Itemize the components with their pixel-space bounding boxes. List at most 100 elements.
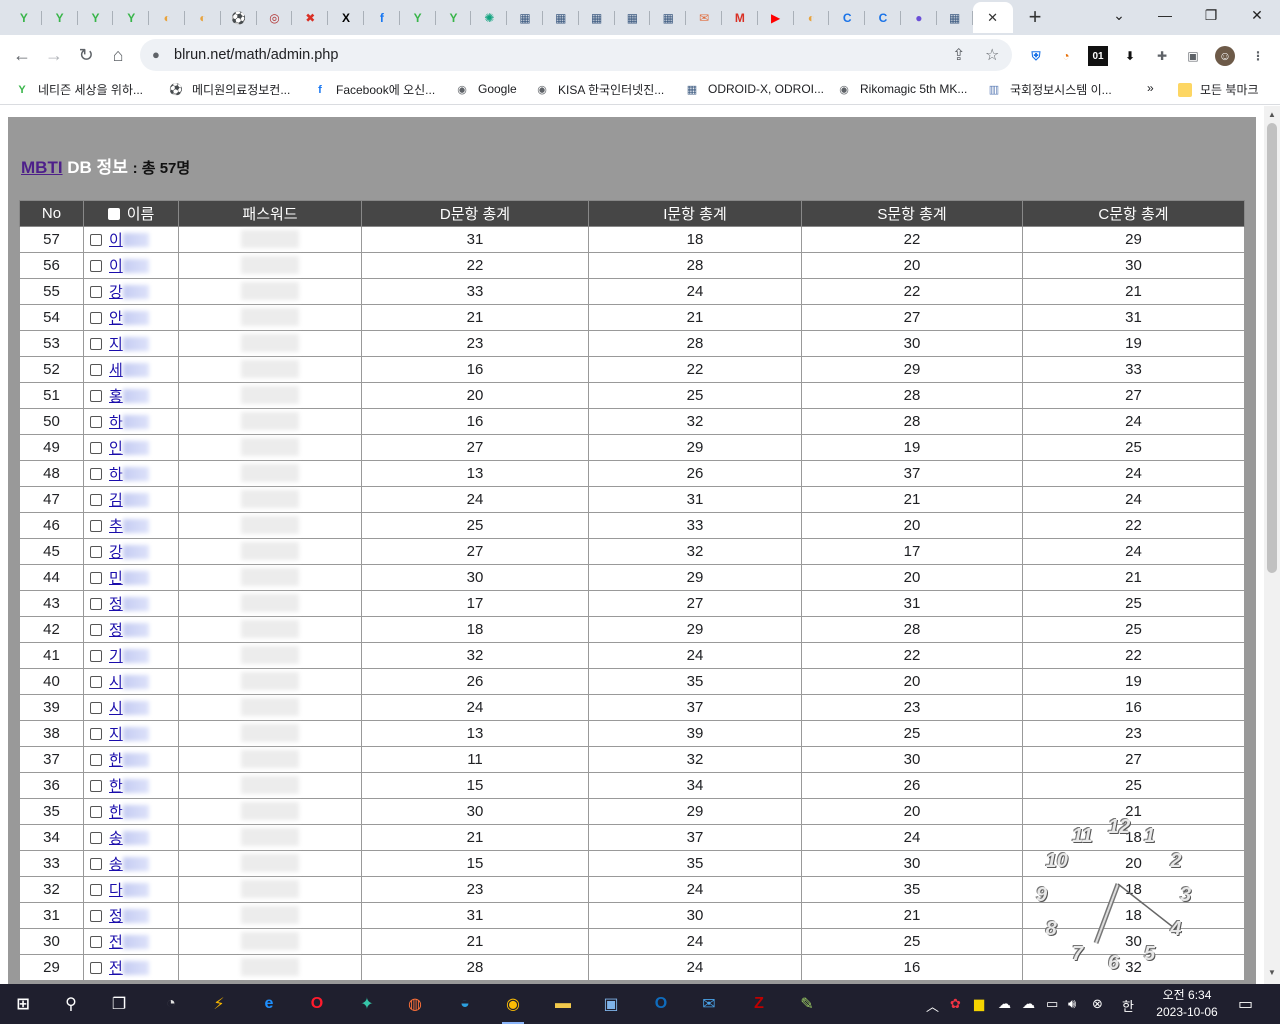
cloud-sync-icon[interactable]: ☁ xyxy=(1022,996,1035,1012)
member-name-link[interactable]: 홍 xyxy=(109,388,123,405)
lightning-app-icon[interactable]: ⚡ xyxy=(204,989,234,1019)
network-icon[interactable]: ▭ xyxy=(1046,996,1058,1012)
browser-tab[interactable]: ⚽ xyxy=(221,2,257,33)
member-name-link[interactable]: 전 xyxy=(109,934,123,951)
row-checkbox[interactable] xyxy=(90,572,102,584)
browser-tab[interactable]: Y xyxy=(6,2,42,33)
bookmark-item[interactable]: ▦ ODROID-X, ODROI... xyxy=(684,81,824,97)
row-checkbox[interactable] xyxy=(90,650,102,662)
browser-tab[interactable]: M xyxy=(722,2,758,33)
row-checkbox[interactable] xyxy=(90,910,102,922)
browser-tab[interactable]: ✉ xyxy=(686,2,722,33)
row-checkbox[interactable] xyxy=(90,936,102,948)
row-checkbox[interactable] xyxy=(90,364,102,376)
browser-tab[interactable]: ◐ xyxy=(794,2,830,33)
row-checkbox[interactable] xyxy=(90,520,102,532)
member-name-link[interactable]: 송 xyxy=(109,856,123,873)
row-checkbox[interactable] xyxy=(90,884,102,896)
browser-tab[interactable]: Y xyxy=(113,2,150,33)
row-checkbox[interactable] xyxy=(90,858,102,870)
opera-icon[interactable]: O xyxy=(302,989,332,1019)
browser-tab[interactable]: ● xyxy=(901,2,937,33)
row-checkbox[interactable] xyxy=(90,676,102,688)
browser-tab[interactable]: Y xyxy=(436,2,472,33)
download-extension-icon[interactable]: ⬇ xyxy=(1120,46,1140,66)
member-name-link[interactable]: 김 xyxy=(109,492,123,509)
active-tab[interactable]: ✕ xyxy=(972,2,1013,33)
mute-icon[interactable]: ⊗ xyxy=(1092,996,1103,1012)
row-checkbox[interactable] xyxy=(90,442,102,454)
extension-icon[interactable]: ◔ xyxy=(1056,46,1076,66)
member-name-link[interactable]: 한 xyxy=(109,778,123,795)
forward-button[interactable]: → xyxy=(40,41,68,69)
extensions-puzzle-icon[interactable]: ✚ xyxy=(1152,46,1172,66)
mail-app-icon[interactable]: ✉ xyxy=(694,989,724,1019)
outlook-icon[interactable]: O xyxy=(646,989,676,1019)
disk-app-icon[interactable]: ◔ xyxy=(156,989,186,1019)
ime-indicator[interactable]: 한 xyxy=(1122,996,1134,1015)
row-checkbox[interactable] xyxy=(90,832,102,844)
browser-tab[interactable]: ◐ xyxy=(185,2,221,33)
browser-tab[interactable]: ▦ xyxy=(543,2,579,33)
row-checkbox[interactable] xyxy=(90,260,102,272)
file-explorer-icon[interactable]: ▬ xyxy=(548,989,578,1019)
bookmark-item[interactable]: ⚽ 메디원의료정보컨... xyxy=(168,81,290,98)
all-bookmarks-button[interactable]: 모든 북마크 xyxy=(1178,81,1259,98)
bitwarden-extension-icon[interactable]: ⛨ xyxy=(1026,46,1046,66)
notepad-icon[interactable]: ✎ xyxy=(792,989,822,1019)
row-checkbox[interactable] xyxy=(90,962,102,974)
menu-kebab-icon[interactable]: ⋮ xyxy=(1248,46,1268,66)
member-name-link[interactable]: 정 xyxy=(109,596,123,613)
member-name-link[interactable]: 정 xyxy=(109,622,123,639)
browser-tab[interactable]: Y xyxy=(78,2,114,33)
close-tab-icon[interactable]: ✕ xyxy=(987,10,998,26)
member-name-link[interactable]: 전 xyxy=(109,960,123,977)
task-view-icon[interactable]: ❐ xyxy=(104,989,134,1019)
row-checkbox[interactable] xyxy=(90,494,102,506)
browser-tab[interactable]: ◐ xyxy=(149,2,185,33)
member-name-link[interactable]: 하 xyxy=(109,414,123,431)
member-name-link[interactable]: 강 xyxy=(109,544,123,561)
taskbar-clock[interactable]: 오전 6:34 2023-10-06 xyxy=(1150,987,1224,1021)
select-all-checkbox[interactable] xyxy=(107,208,120,220)
member-name-link[interactable]: 송 xyxy=(109,830,123,847)
member-name-link[interactable]: 기 xyxy=(109,648,123,665)
bookmark-item[interactable]: Y 네티즌 세상을 위하... xyxy=(14,81,143,98)
member-name-link[interactable]: 하 xyxy=(109,466,123,483)
minimize-button[interactable]: — xyxy=(1142,0,1188,30)
row-checkbox[interactable] xyxy=(90,416,102,428)
row-checkbox[interactable] xyxy=(90,390,102,402)
member-name-link[interactable]: 세 xyxy=(109,362,123,379)
new-tab-button[interactable]: + xyxy=(1022,4,1048,30)
row-checkbox[interactable] xyxy=(90,468,102,480)
scrollbar-thumb[interactable] xyxy=(1267,123,1277,573)
member-name-link[interactable]: 민 xyxy=(109,570,123,587)
mbti-link[interactable]: MBTI xyxy=(21,158,63,177)
browser-tab[interactable]: ✺ xyxy=(471,2,508,33)
browser-tab[interactable]: ◎ xyxy=(257,2,293,33)
store-icon[interactable]: ▣ xyxy=(596,989,626,1019)
browser-tab[interactable]: X xyxy=(328,2,364,33)
row-checkbox[interactable] xyxy=(90,702,102,714)
browser-tab[interactable]: ✖ xyxy=(292,2,329,33)
row-checkbox[interactable] xyxy=(90,806,102,818)
member-name-link[interactable]: 이 xyxy=(109,232,123,249)
profile-avatar[interactable]: ☺ xyxy=(1215,46,1235,66)
internet-explorer-icon[interactable]: e xyxy=(254,989,284,1019)
share-icon[interactable]: ⇪ xyxy=(952,45,965,65)
close-window-button[interactable]: ✕ xyxy=(1234,0,1280,30)
row-checkbox[interactable] xyxy=(90,780,102,792)
browser-tab[interactable]: Y xyxy=(42,2,78,33)
filezilla-icon[interactable]: Z xyxy=(744,989,774,1019)
edge-icon[interactable]: ◒ xyxy=(450,989,480,1019)
browser-tab[interactable]: Y xyxy=(400,2,436,33)
row-checkbox[interactable] xyxy=(90,754,102,766)
tray-app-icon[interactable]: ✿ xyxy=(950,996,961,1012)
restore-button[interactable]: ❐ xyxy=(1188,0,1234,30)
member-name-link[interactable]: 시 xyxy=(109,700,123,717)
bookmark-star-icon[interactable]: ☆ xyxy=(985,45,999,65)
bookmark-item[interactable]: ◉ KISA 한국인터넷진... xyxy=(534,81,664,98)
row-checkbox[interactable] xyxy=(90,598,102,610)
row-checkbox[interactable] xyxy=(90,312,102,324)
page-scrollbar[interactable]: ▲ ▼ xyxy=(1264,106,1280,984)
